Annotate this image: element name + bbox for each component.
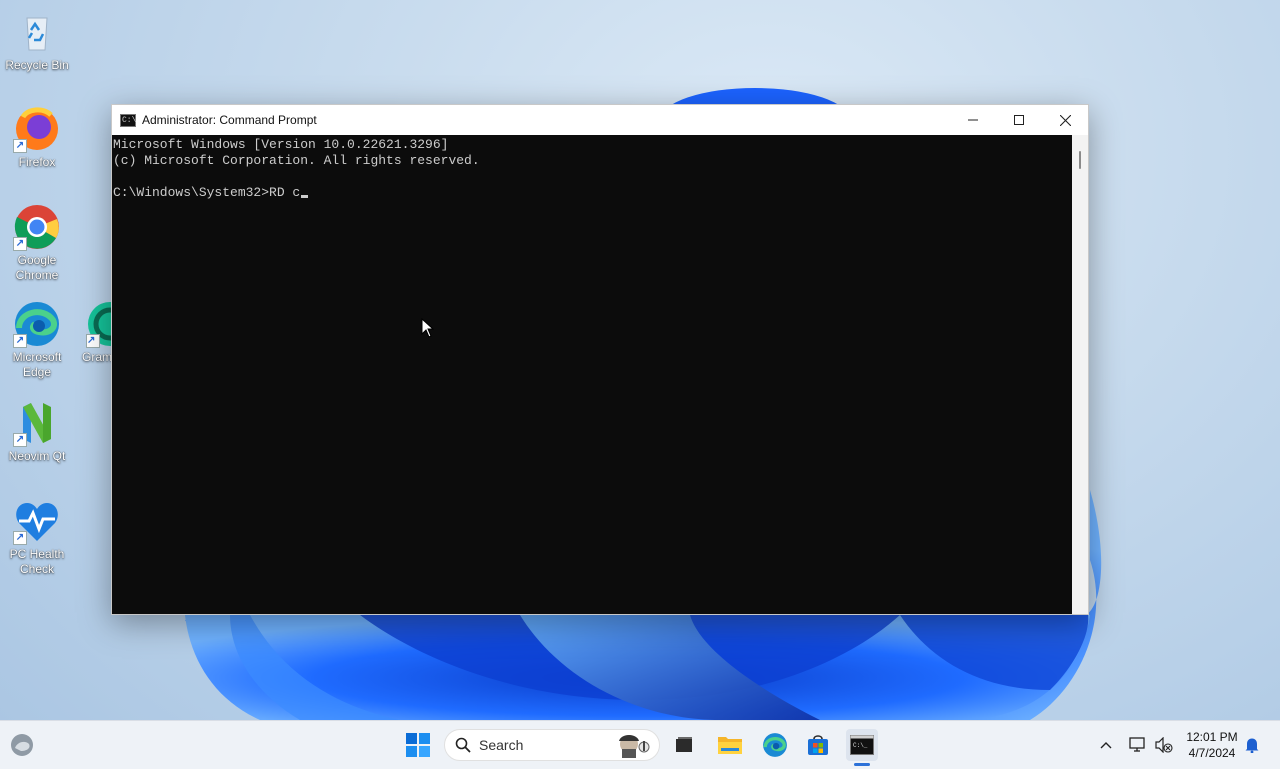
desktop-icon-label: Firefox <box>18 155 56 169</box>
taskbar: Search C:\_ 12:01 PM 4/7/2024 <box>0 720 1280 769</box>
task-view-button[interactable] <box>668 729 700 761</box>
close-button[interactable] <box>1042 105 1088 135</box>
terminal-icon: C:\_ <box>850 735 874 755</box>
desktop-icon-label: PC Health Check <box>9 547 65 576</box>
shortcut-arrow-icon: ↗ <box>13 139 27 153</box>
search-placeholder: Search <box>479 737 524 753</box>
minimize-button[interactable] <box>950 105 996 135</box>
shortcut-arrow-icon: ↗ <box>13 237 27 251</box>
maximize-button[interactable] <box>996 105 1042 135</box>
volume-button[interactable] <box>1152 721 1176 769</box>
desktop-icon-edge[interactable]: ↗ Microsoft Edge <box>0 300 74 380</box>
desktop-icon-recycle-bin[interactable]: Recycle Bin <box>0 8 74 73</box>
desktop-icon-label: Recycle Bin <box>5 58 69 72</box>
console-output[interactable]: Microsoft Windows [Version 10.0.22621.32… <box>112 135 1072 614</box>
maximize-icon <box>1014 115 1024 125</box>
desktop-icon-grammarly[interactable]: ↗ Gram <box>66 300 112 365</box>
command-prompt-taskbar-button[interactable]: C:\_ <box>846 729 878 761</box>
file-explorer-button[interactable] <box>714 729 746 761</box>
clock-time: 12:01 PM <box>1186 730 1238 744</box>
console-line: (c) Microsoft Corporation. All rights re… <box>113 153 480 168</box>
edge-icon <box>763 733 787 757</box>
minimize-icon <box>968 119 978 121</box>
store-button[interactable] <box>802 729 834 761</box>
close-icon <box>1059 114 1071 126</box>
start-icon <box>406 733 430 757</box>
network-icon <box>1129 737 1145 752</box>
title-bar[interactable]: C:\ Administrator: Command Prompt <box>112 105 1088 135</box>
network-button[interactable] <box>1126 721 1150 769</box>
scrollbar-thumb[interactable] <box>1079 151 1081 169</box>
task-view-icon <box>676 737 692 752</box>
cmd-icon: C:\ <box>120 113 137 127</box>
desktop-icon-chrome[interactable]: ↗ Google Chrome <box>0 203 74 283</box>
file-explorer-icon <box>718 737 742 754</box>
chevron-up-icon <box>1100 742 1112 749</box>
start-button[interactable] <box>402 729 434 761</box>
search-icon <box>455 737 471 753</box>
vertical-scrollbar[interactable] <box>1072 135 1088 614</box>
console-prompt-line[interactable]: C:\Windows\System32>RD c <box>113 185 1072 201</box>
console-line: Microsoft Windows [Version 10.0.22621.32… <box>113 137 449 152</box>
edge-icon: ↗ <box>13 300 61 348</box>
chrome-icon: ↗ <box>13 203 61 251</box>
desktop-icon-label: Gram <box>82 350 112 364</box>
desktop-icon-label: Microsoft Edge <box>12 350 62 379</box>
text-cursor <box>301 195 309 198</box>
taskbar-search-box[interactable]: Search <box>444 729 660 761</box>
window-title: Administrator: Command Prompt <box>142 113 317 127</box>
widgets-button[interactable] <box>6 729 38 761</box>
desktop-icon-label: Google Chrome <box>15 253 59 282</box>
desktop-icon-neovim[interactable]: ↗ Neovim Qt <box>0 399 74 464</box>
shortcut-arrow-icon: ↗ <box>13 531 27 545</box>
notifications-button[interactable] <box>1242 721 1262 769</box>
shortcut-arrow-icon: ↗ <box>13 433 27 447</box>
clock-date: 4/7/2024 <box>1188 746 1236 760</box>
svg-text:C:\_: C:\_ <box>853 742 868 749</box>
shortcut-arrow-icon: ↗ <box>86 334 100 348</box>
weather-icon <box>11 734 33 756</box>
edge-taskbar-button[interactable] <box>759 729 791 761</box>
recycle-bin-icon <box>13 8 61 56</box>
console-input-text: C:\Windows\System32>RD c <box>113 185 301 200</box>
neovim-icon: ↗ <box>13 399 61 447</box>
pc-health-check-icon: ↗ <box>13 497 61 545</box>
notification-bell-icon <box>1245 738 1259 753</box>
grammarly-icon: ↗ <box>86 300 112 348</box>
desktop-icon-firefox[interactable]: ↗ Firefox <box>0 105 74 170</box>
desktop-icon-pc-health[interactable]: ↗ PC Health Check <box>0 497 74 577</box>
command-prompt-window[interactable]: C:\ Administrator: Command Prompt Micros… <box>111 104 1089 615</box>
show-hidden-icons-button[interactable] <box>1094 721 1118 769</box>
active-app-indicator <box>854 763 870 766</box>
shortcut-arrow-icon: ↗ <box>13 334 27 348</box>
store-icon <box>808 735 828 755</box>
desktop-icon-label: Neovim Qt <box>8 449 66 463</box>
clock[interactable]: 12:01 PM 4/7/2024 <box>1180 729 1244 761</box>
speaker-muted-icon <box>1155 737 1173 753</box>
search-highlight-icon <box>619 735 650 758</box>
mouse-pointer-icon <box>421 318 435 338</box>
firefox-icon: ↗ <box>13 105 61 153</box>
